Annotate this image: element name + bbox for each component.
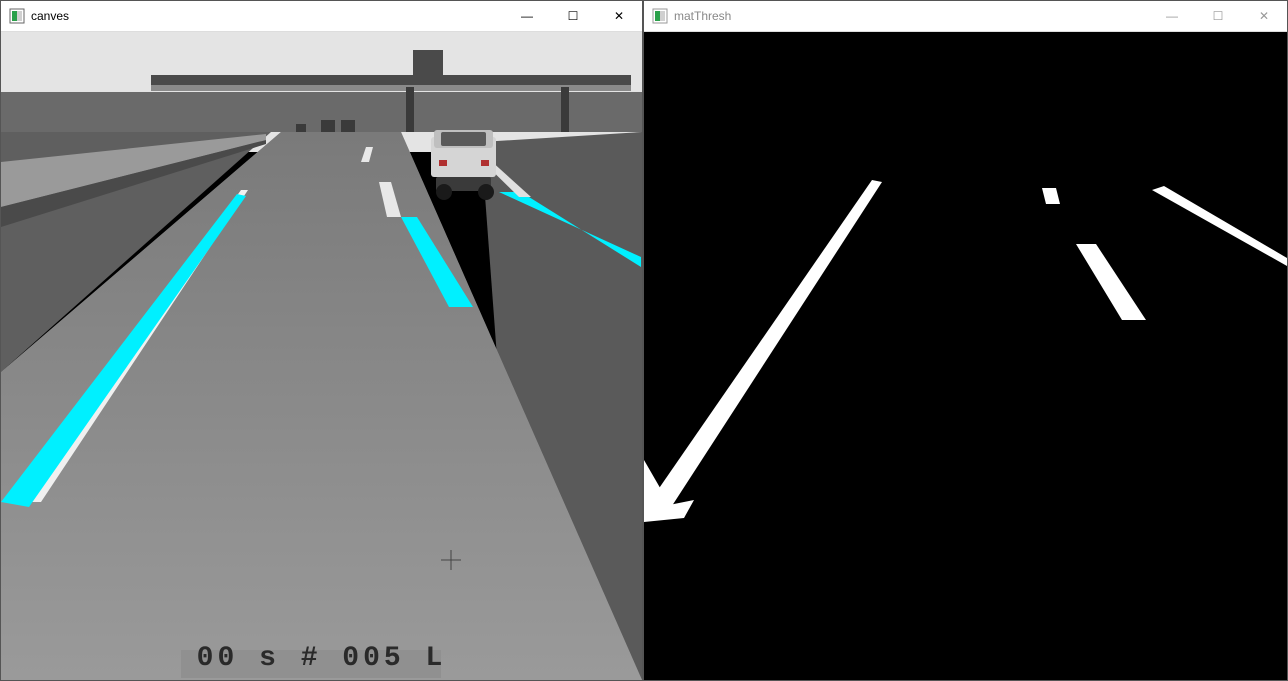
threshold-view xyxy=(644,32,1287,680)
close-button[interactable]: ✕ xyxy=(1241,1,1287,31)
window-title: canves xyxy=(31,9,504,23)
window-controls: — ☐ ✕ xyxy=(504,1,642,31)
maximize-button[interactable]: ☐ xyxy=(550,1,596,31)
close-button[interactable]: ✕ xyxy=(596,1,642,31)
window-matthresh: matThresh — ☐ ✕ xyxy=(643,0,1288,681)
vehicle-foreground xyxy=(431,130,496,200)
frame-info-text: 00 s # 005 L xyxy=(197,643,447,674)
minimize-button[interactable]: — xyxy=(1149,1,1195,31)
app-icon xyxy=(652,8,668,24)
titlebar-canves[interactable]: canves — ☐ ✕ xyxy=(1,1,642,32)
window-controls: — ☐ ✕ xyxy=(1149,1,1287,31)
window-title: matThresh xyxy=(674,9,1149,23)
app-icon xyxy=(9,8,25,24)
maximize-button[interactable]: ☐ xyxy=(1195,1,1241,31)
window-canves: canves — ☐ ✕ xyxy=(0,0,643,681)
canvas-view: 00 s # 005 L xyxy=(1,32,642,680)
minimize-button[interactable]: — xyxy=(504,1,550,31)
titlebar-matthresh[interactable]: matThresh — ☐ ✕ xyxy=(644,1,1287,32)
